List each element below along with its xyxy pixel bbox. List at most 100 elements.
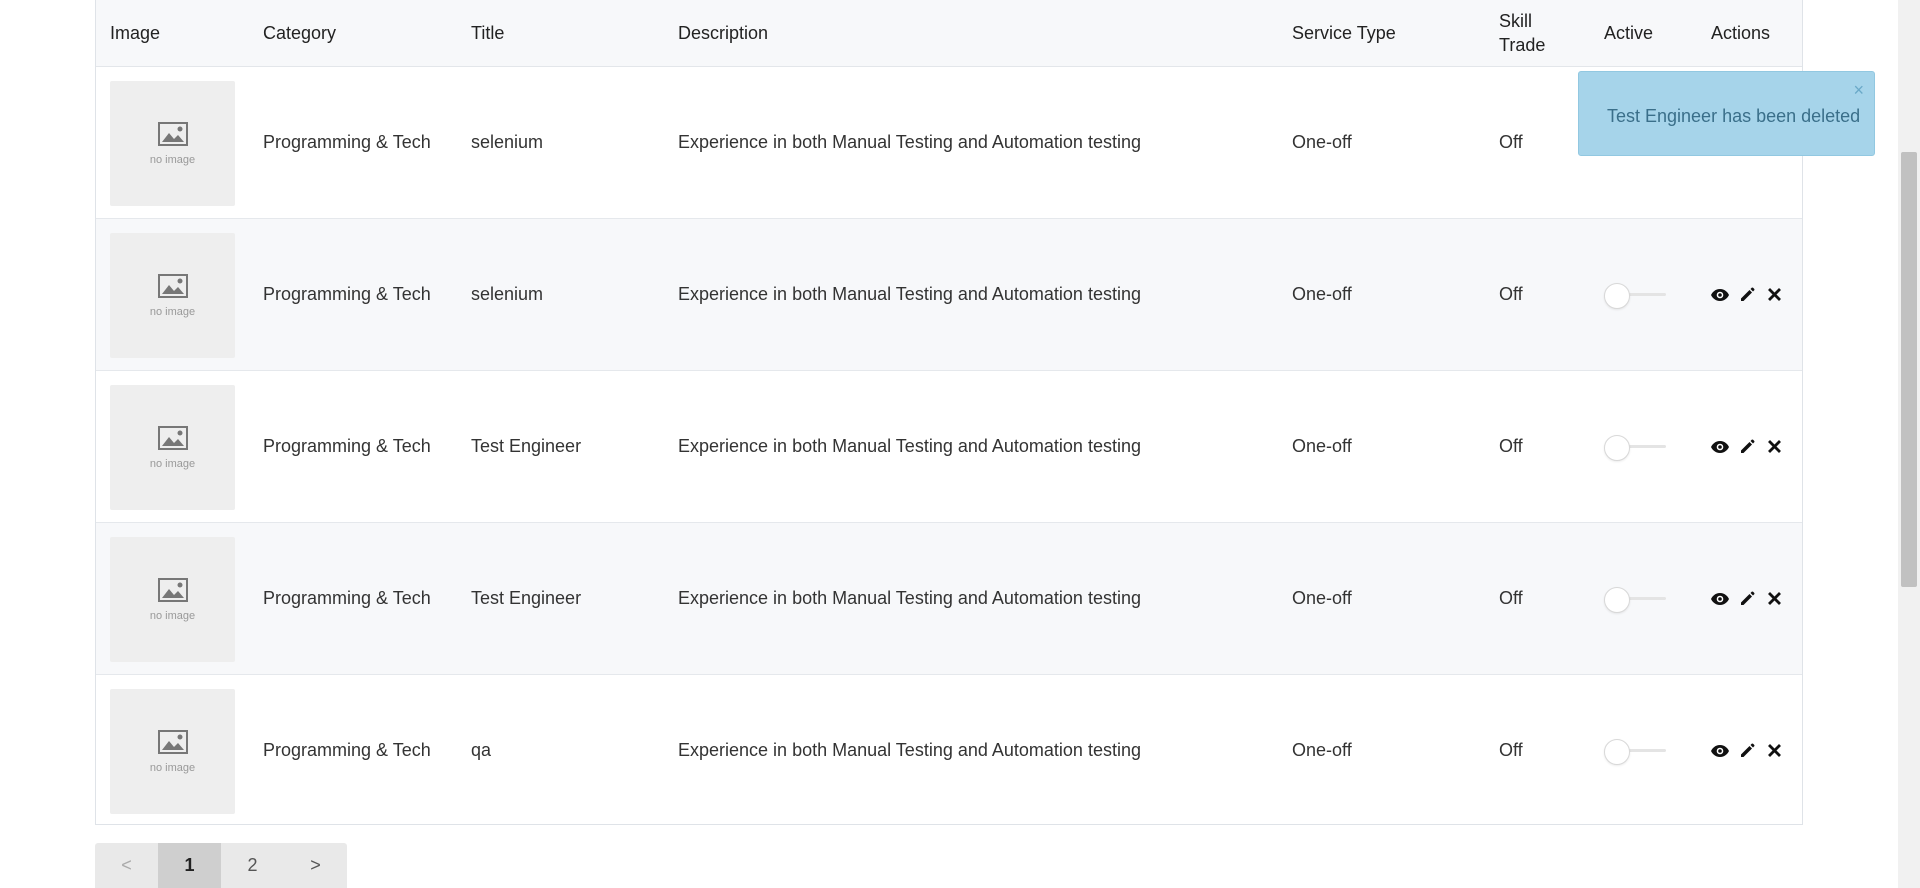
eye-icon	[1711, 288, 1729, 301]
header-actions: Actions	[1711, 22, 1771, 43]
pencil-icon	[1740, 591, 1755, 606]
table-row: no image Programming & Tech selenium Experi…	[96, 67, 1802, 219]
cell-service-type: One-off	[1292, 436, 1352, 456]
cell-skill-trade: Off	[1499, 740, 1523, 760]
active-toggle[interactable]	[1604, 435, 1666, 461]
scrollbar-thumb[interactable]	[1901, 152, 1917, 587]
image-placeholder-icon	[157, 121, 188, 146]
cell-title: selenium	[471, 284, 544, 304]
cell-description: Experience in both Manual Testing and Au…	[678, 132, 1141, 152]
header-title: Title	[471, 22, 505, 43]
cell-category: Programming & Tech	[263, 284, 431, 304]
header-skill-trade: Skill Trade	[1499, 10, 1546, 55]
table-row: no image Programming & Tech Test Engineer E…	[96, 523, 1802, 675]
pencil-icon	[1740, 287, 1755, 302]
cell-title: Test Engineer	[471, 436, 582, 456]
cell-title: selenium	[471, 132, 544, 152]
edit-button[interactable]	[1738, 590, 1756, 608]
edit-button[interactable]	[1738, 438, 1756, 456]
row-actions	[1711, 371, 1783, 522]
no-image-thumbnail: no image	[110, 385, 235, 510]
row-actions	[1711, 675, 1783, 826]
active-toggle[interactable]	[1604, 587, 1666, 613]
table-header: Image Category Title Description Service…	[96, 0, 1802, 67]
header-active: Active	[1604, 22, 1654, 43]
toggle-knob	[1604, 283, 1630, 309]
cell-service-type: One-off	[1292, 588, 1352, 608]
no-image-thumbnail: no image	[110, 537, 235, 662]
edit-button[interactable]	[1738, 742, 1756, 760]
eye-icon	[1711, 744, 1729, 757]
delete-button[interactable]	[1765, 590, 1783, 608]
image-placeholder-icon	[157, 577, 188, 602]
pagination-prev-button[interactable]: <	[95, 843, 158, 888]
view-button[interactable]	[1711, 742, 1729, 760]
view-button[interactable]	[1711, 438, 1729, 456]
close-icon	[1767, 744, 1781, 757]
services-table: Image Category Title Description Service…	[95, 0, 1803, 825]
delete-button[interactable]	[1765, 438, 1783, 456]
no-image-thumbnail: no image	[110, 233, 235, 358]
no-image-label: no image	[149, 153, 196, 166]
toast-close-button[interactable]: ×	[1853, 81, 1864, 99]
header-service-type: Service Type	[1292, 22, 1396, 43]
pagination-page-2[interactable]: 2	[221, 843, 284, 888]
eye-icon	[1711, 440, 1729, 453]
close-icon	[1767, 440, 1781, 453]
view-button[interactable]	[1711, 590, 1729, 608]
toggle-knob	[1604, 587, 1630, 613]
toggle-knob	[1604, 435, 1630, 461]
pencil-icon	[1740, 743, 1755, 758]
cell-service-type: One-off	[1292, 284, 1352, 304]
cell-title: qa	[471, 740, 492, 760]
pagination-next-button[interactable]: >	[284, 843, 347, 888]
cell-description: Experience in both Manual Testing and Au…	[678, 588, 1141, 608]
edit-button[interactable]	[1738, 286, 1756, 304]
header-category: Category	[263, 22, 337, 43]
cell-skill-trade: Off	[1499, 132, 1523, 152]
cell-skill-trade: Off	[1499, 284, 1523, 304]
table-row: no image Programming & Tech qa Experience i…	[96, 675, 1802, 826]
cell-description: Experience in both Manual Testing and Au…	[678, 740, 1141, 760]
cell-service-type: One-off	[1292, 132, 1352, 152]
no-image-thumbnail: no image	[110, 81, 235, 206]
header-description: Description	[678, 22, 769, 43]
delete-button[interactable]	[1765, 286, 1783, 304]
cell-category: Programming & Tech	[263, 588, 431, 608]
table-body: no image Programming & Tech selenium Experi…	[96, 67, 1802, 826]
image-placeholder-icon	[157, 729, 188, 754]
row-actions	[1711, 219, 1783, 370]
toggle-knob	[1604, 739, 1630, 765]
table-row: no image Programming & Tech Test Engineer E…	[96, 371, 1802, 523]
no-image-thumbnail: no image	[110, 689, 235, 814]
delete-button[interactable]	[1765, 742, 1783, 760]
cell-category: Programming & Tech	[263, 132, 431, 152]
row-actions	[1711, 523, 1783, 674]
cell-description: Experience in both Manual Testing and Au…	[678, 284, 1141, 304]
view-button[interactable]	[1711, 286, 1729, 304]
cell-title: Test Engineer	[471, 588, 582, 608]
toast-notification: × Test Engineer has been deleted	[1578, 71, 1875, 156]
cell-skill-trade: Off	[1499, 588, 1523, 608]
close-icon	[1767, 592, 1781, 605]
image-placeholder-icon	[157, 425, 188, 450]
active-toggle[interactable]	[1604, 739, 1666, 765]
close-icon	[1767, 288, 1781, 301]
toast-message: Test Engineer has been deleted	[1607, 106, 1861, 126]
image-placeholder-icon	[157, 273, 188, 298]
pagination-page-1[interactable]: 1	[158, 843, 221, 888]
header-image: Image	[110, 22, 161, 43]
no-image-label: no image	[149, 305, 196, 318]
active-toggle[interactable]	[1604, 283, 1666, 309]
page-scrollbar[interactable]	[1898, 0, 1920, 888]
no-image-label: no image	[149, 761, 196, 774]
eye-icon	[1711, 592, 1729, 605]
pagination: < 1 2 >	[95, 843, 347, 888]
cell-skill-trade: Off	[1499, 436, 1523, 456]
cell-category: Programming & Tech	[263, 740, 431, 760]
cell-service-type: One-off	[1292, 740, 1352, 760]
cell-description: Experience in both Manual Testing and Au…	[678, 436, 1141, 456]
pencil-icon	[1740, 439, 1755, 454]
no-image-label: no image	[149, 609, 196, 622]
no-image-label: no image	[149, 457, 196, 470]
